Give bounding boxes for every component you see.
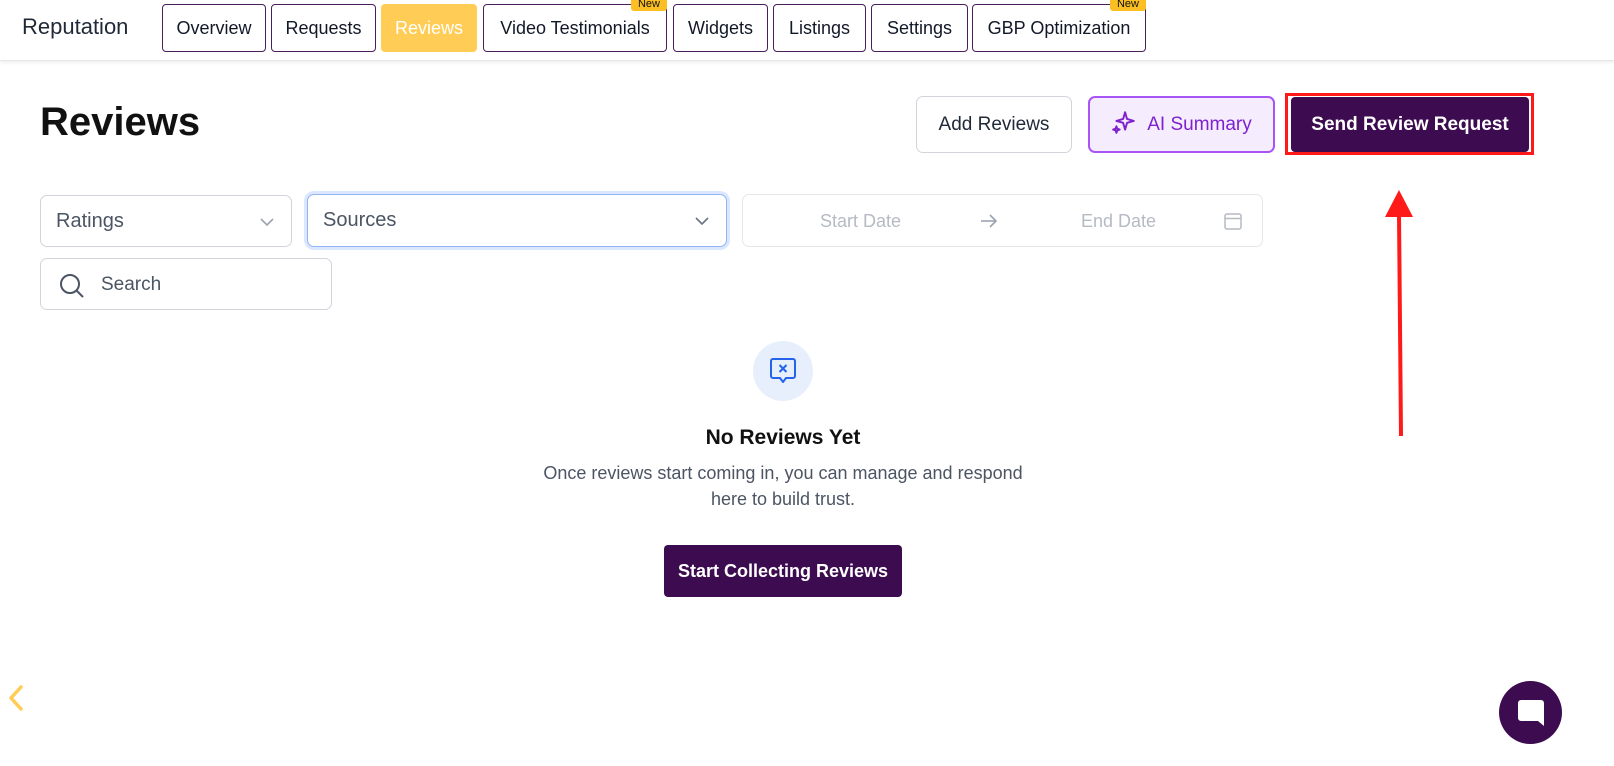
chat-icon bbox=[1518, 700, 1544, 726]
end-date-input[interactable]: End Date bbox=[1081, 211, 1156, 232]
ai-summary-label: AI Summary bbox=[1147, 113, 1252, 135]
new-badge: New bbox=[630, 0, 667, 11]
empty-state-description: Once reviews start coming in, you can ma… bbox=[543, 463, 1023, 509]
tab-label: Reviews bbox=[394, 17, 464, 38]
tab-requests[interactable]: Requests bbox=[271, 4, 376, 52]
tab-label: Settings bbox=[886, 17, 953, 38]
search-icon bbox=[60, 274, 84, 298]
chevron-left-icon[interactable] bbox=[6, 684, 26, 712]
sparkle-icon bbox=[1111, 109, 1137, 141]
chat-widget-button[interactable] bbox=[1499, 681, 1562, 744]
tab-video-testimonials[interactable]: Video Testimonials New bbox=[483, 0, 667, 52]
chevron-down-icon bbox=[260, 218, 274, 227]
top-nav: Reputation Overview Requests Reviews Vid… bbox=[0, 0, 1614, 61]
start-collecting-label: Start Collecting Reviews bbox=[677, 560, 889, 581]
tab-label: Overview bbox=[176, 17, 252, 38]
start-date-input[interactable]: Start Date bbox=[820, 211, 901, 232]
search-input[interactable] bbox=[99, 271, 323, 299]
start-collecting-reviews-button[interactable]: Start Collecting Reviews bbox=[664, 545, 902, 597]
message-x-icon bbox=[753, 341, 813, 401]
new-badge: New bbox=[1109, 0, 1146, 11]
tab-label: Requests bbox=[285, 17, 362, 38]
tab-listings[interactable]: Listings bbox=[773, 4, 866, 52]
tab-gbp-optimization[interactable]: GBP Optimization New bbox=[972, 0, 1146, 52]
sources-value: Sources bbox=[323, 209, 397, 231]
add-reviews-label: Add Reviews bbox=[938, 113, 1050, 135]
tab-settings[interactable]: Settings bbox=[871, 4, 968, 52]
annotation-arrow-icon bbox=[1385, 190, 1413, 437]
tab-widgets[interactable]: Widgets bbox=[673, 4, 768, 52]
app-title: Reputation bbox=[22, 14, 129, 39]
ratings-value: Ratings bbox=[56, 209, 124, 232]
tab-label: Video Testimonials bbox=[500, 17, 650, 38]
highlight-box bbox=[1285, 93, 1534, 155]
tab-reviews[interactable]: Reviews bbox=[381, 4, 477, 52]
empty-state-title: No Reviews Yet bbox=[705, 426, 861, 449]
chevron-down-icon bbox=[695, 217, 709, 226]
tab-label: GBP Optimization bbox=[987, 17, 1131, 38]
date-range-picker[interactable]: Start Date End Date bbox=[742, 194, 1263, 247]
add-reviews-button[interactable]: Add Reviews bbox=[916, 96, 1072, 153]
ratings-dropdown[interactable]: Ratings bbox=[40, 195, 292, 247]
search-box[interactable] bbox=[40, 258, 332, 310]
arrow-right-icon bbox=[981, 214, 998, 228]
calendar-icon bbox=[1224, 213, 1242, 230]
tab-overview[interactable]: Overview bbox=[162, 4, 266, 52]
sources-dropdown[interactable]: Sources bbox=[307, 194, 727, 247]
page-title: Reviews bbox=[40, 100, 201, 144]
tab-label: Widgets bbox=[687, 17, 754, 38]
ai-summary-button[interactable]: AI Summary bbox=[1088, 96, 1275, 153]
tab-label: Listings bbox=[788, 17, 851, 38]
